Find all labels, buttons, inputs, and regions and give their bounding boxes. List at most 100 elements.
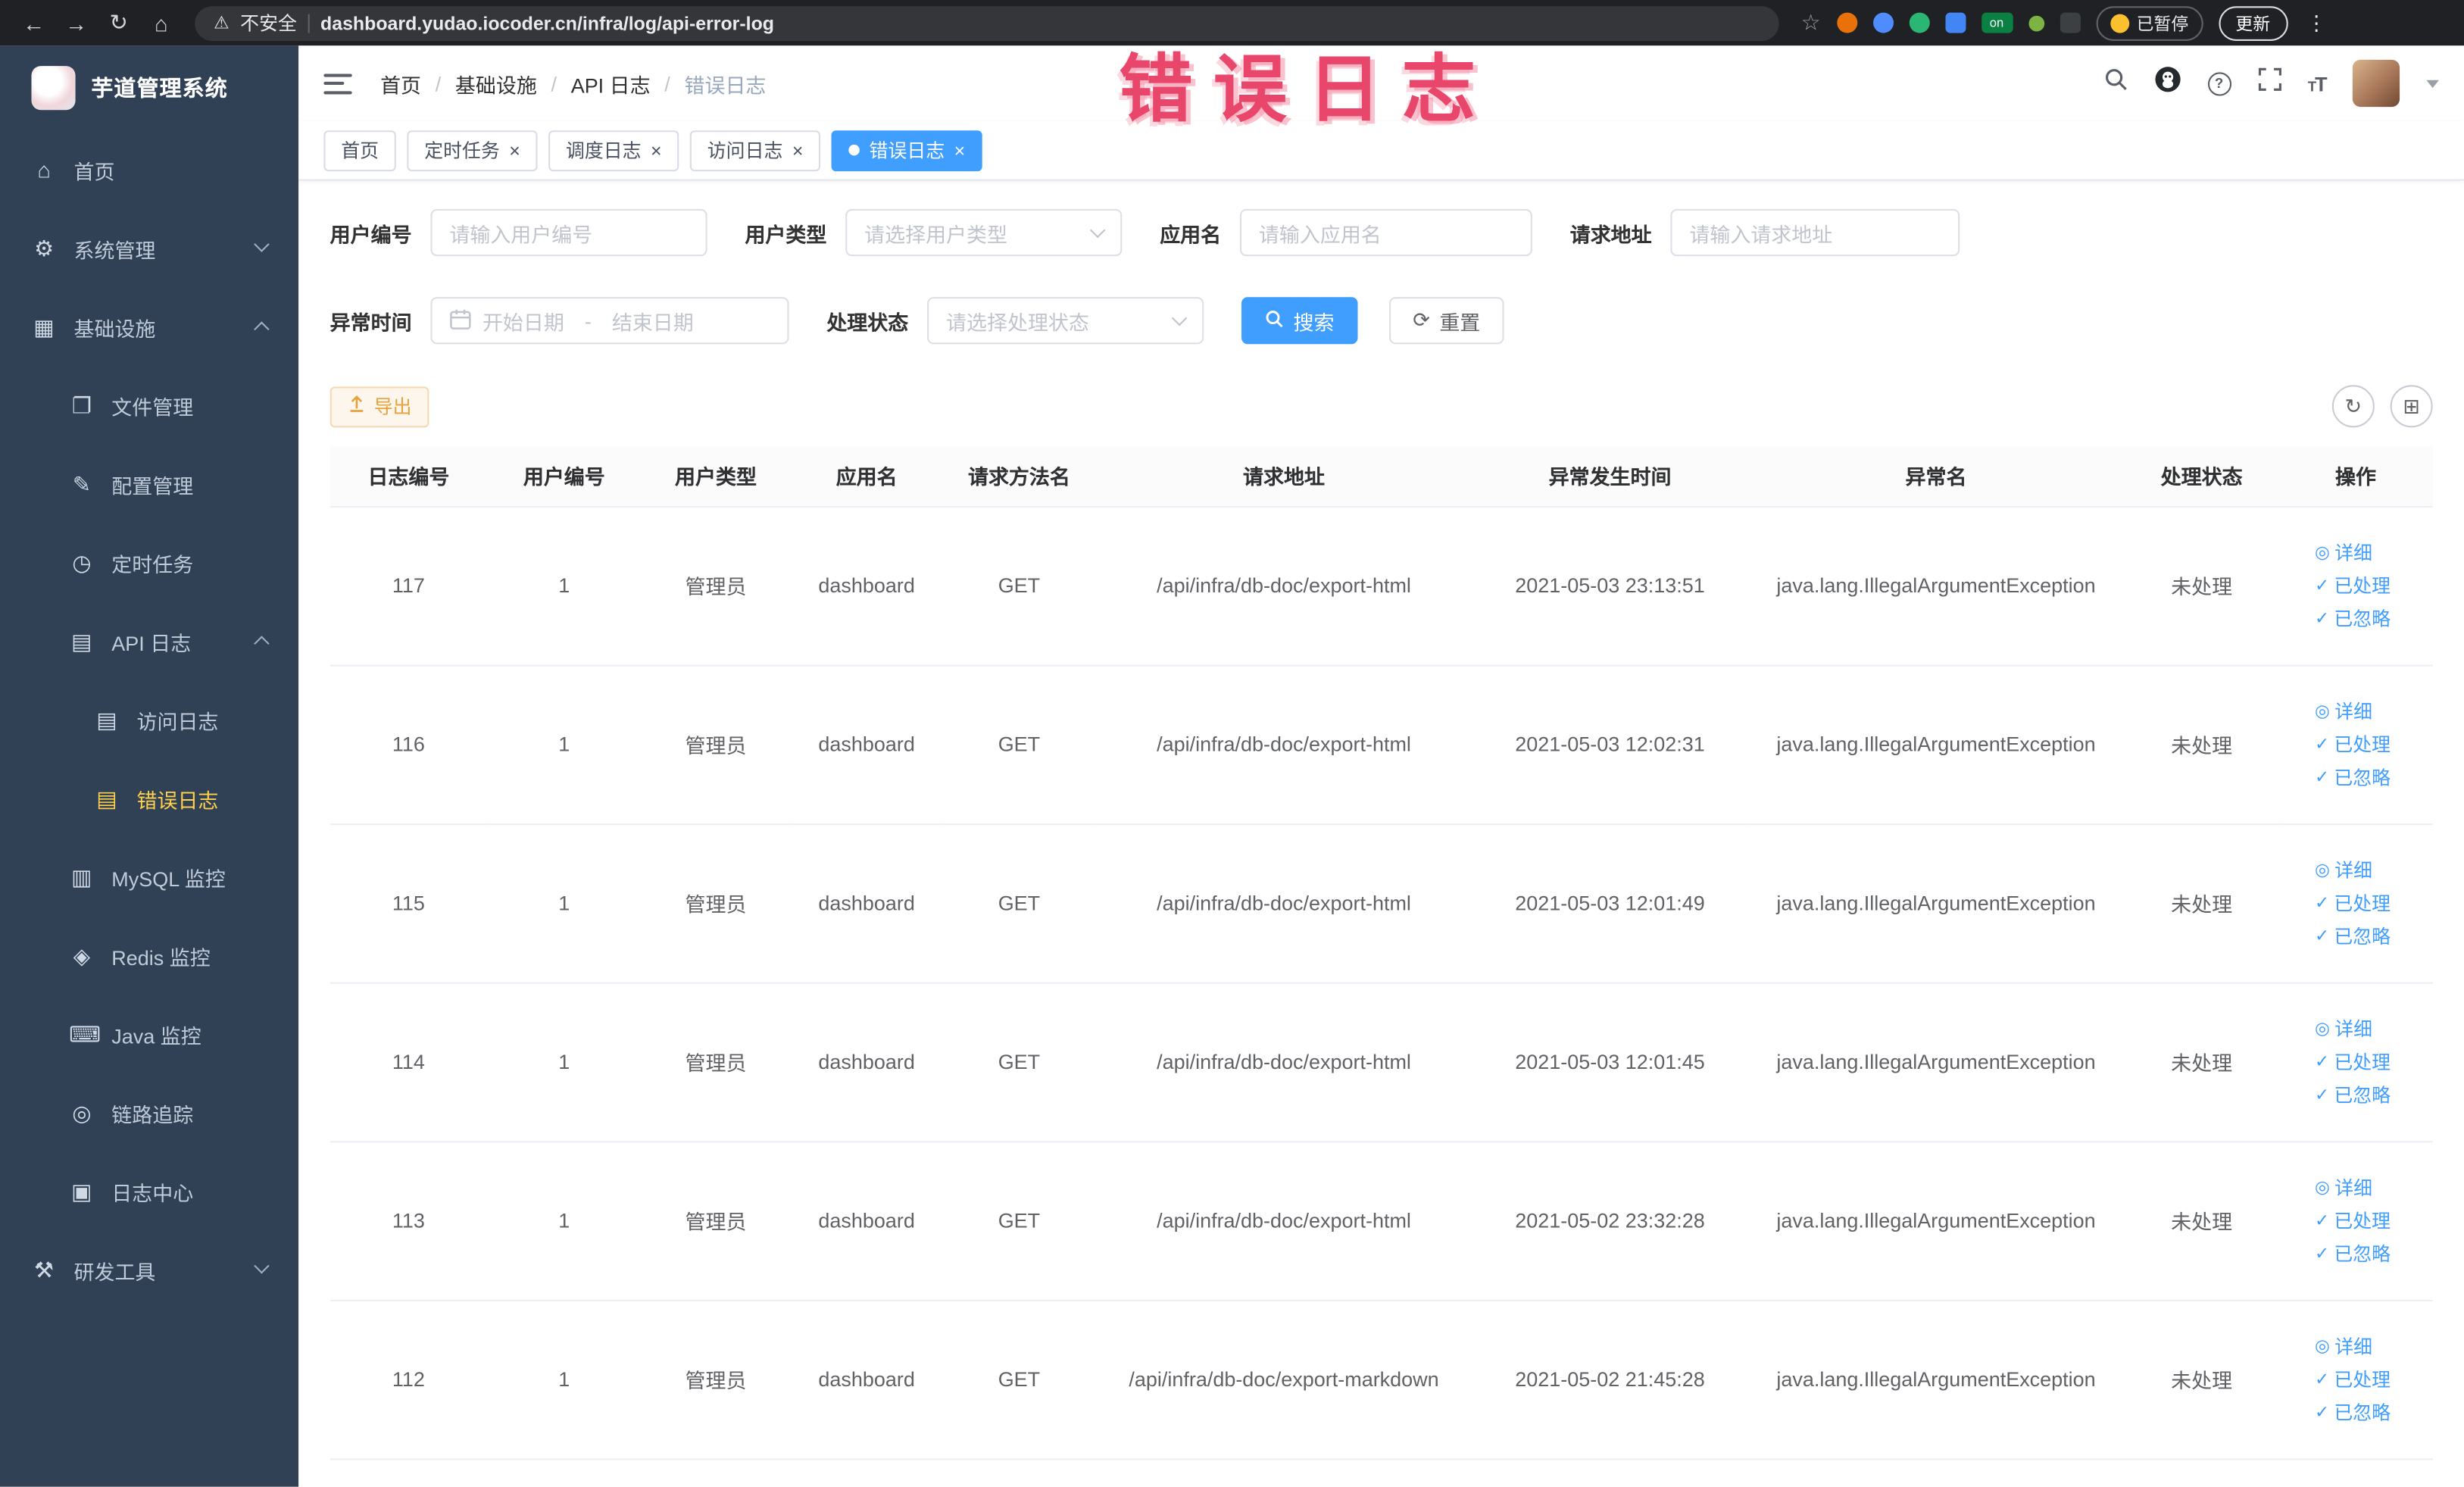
hamburger-icon[interactable] — [323, 73, 352, 94]
sidebar-item-mysql-monitor[interactable]: ▥ MySQL 监控 — [0, 838, 298, 917]
detail-link[interactable]: ◎ 详细 — [2315, 1015, 2372, 1042]
tab-access-log[interactable]: 访问日志 × — [689, 130, 821, 171]
help-icon[interactable]: ? — [2207, 71, 2231, 95]
logo-image — [31, 66, 76, 111]
close-icon[interactable]: × — [509, 141, 520, 160]
mark-processed-link[interactable]: ✓ 已处理 — [2315, 1366, 2391, 1392]
date-range-picker[interactable]: 开始日期 - 结束日期 — [430, 297, 789, 345]
logo[interactable]: 芋道管理系统 — [0, 45, 298, 130]
table-cell: java.lang.IllegalArgumentException — [1747, 1141, 2125, 1301]
sidebar-item-api-logs[interactable]: ▤ API 日志 — [0, 602, 298, 681]
detail-link[interactable]: ◎ 详细 — [2315, 539, 2372, 566]
detail-link[interactable]: ◎ 详细 — [2315, 1174, 2372, 1201]
user-type-select[interactable]: 请选择用户类型 — [845, 208, 1123, 257]
sidebar-item-label: 文件管理 — [111, 395, 194, 419]
mark-ignored-link[interactable]: ✓ 已忽略 — [2315, 1240, 2391, 1267]
sidebar-item-tracing[interactable]: ◎ 链路追踪 — [0, 1073, 298, 1152]
sidebar-item-file-mgmt[interactable]: ❐ 文件管理 — [0, 366, 298, 445]
mark-processed-link[interactable]: ✓ 已处理 — [2315, 731, 2391, 758]
back-icon[interactable]: ← — [16, 5, 52, 41]
mark-ignored-link[interactable]: ✓ 已忽略 — [2315, 605, 2391, 632]
document-icon: ▤ — [96, 706, 117, 732]
browser-menu-icon[interactable]: ⋮ — [2306, 10, 2327, 35]
refresh-button[interactable]: ↻ — [2331, 385, 2375, 428]
table-cell: 2021-05-02 21:45:28 — [1472, 1299, 1748, 1460]
table-cell: 未处理 — [2124, 664, 2279, 825]
extension-icon[interactable] — [1944, 12, 1966, 33]
tab-error-log[interactable]: 错误日志 × — [831, 130, 982, 171]
extension-icon[interactable] — [1836, 12, 1857, 33]
user-id-input[interactable]: 请输入用户编号 — [430, 208, 707, 257]
clock-icon: ◷ — [72, 549, 92, 575]
mark-ignored-link[interactable]: ✓ 已忽略 — [2315, 1398, 2391, 1425]
font-size-icon[interactable]: TT — [2308, 71, 2328, 95]
column-settings-button[interactable]: ⊞ — [2390, 385, 2433, 428]
tab-dispatch-log[interactable]: 调度日志 × — [548, 130, 679, 171]
sidebar-item-access-log[interactable]: ▤ 访问日志 — [0, 680, 298, 759]
tab-home[interactable]: 首页 — [323, 130, 396, 171]
address-bar[interactable]: ⚠ 不安全 dashboard.yudao.iocoder.cn/infra/l… — [195, 5, 1779, 40]
tab-bar: 首页 定时任务 × 调度日志 × 访问日志 × 错误日志 × — [298, 121, 2464, 181]
reload-icon[interactable]: ↻ — [101, 5, 137, 41]
search-button[interactable]: 搜索 — [1241, 297, 1358, 345]
sidebar-item-java-monitor[interactable]: ⌨ Java 监控 — [0, 995, 298, 1073]
extension-icon[interactable] — [2060, 12, 2080, 33]
search-icon[interactable] — [2103, 67, 2127, 98]
sidebar-item-error-log[interactable]: ▤ 错误日志 — [0, 759, 298, 838]
export-button[interactable]: 导出 — [329, 386, 429, 427]
app-name-input[interactable]: 请输入应用名 — [1240, 208, 1532, 257]
detail-link[interactable]: ◎ 详细 — [2315, 698, 2372, 724]
document-icon: ▤ — [71, 627, 92, 654]
table-cell: GET — [942, 1299, 1096, 1460]
detail-link[interactable]: ◎ 详细 — [2315, 1332, 2372, 1359]
mark-processed-link[interactable]: ✓ 已处理 — [2315, 1048, 2391, 1075]
breadcrumb-item[interactable]: API 日志 — [571, 68, 651, 98]
sidebar-item-home[interactable]: ⌂ 首页 — [0, 130, 298, 209]
close-icon[interactable]: × — [651, 141, 662, 160]
mark-ignored-link[interactable]: ✓ 已忽略 — [2315, 764, 2391, 790]
paused-badge[interactable]: 已暂停 — [2095, 5, 2203, 40]
sidebar-item-config-mgmt[interactable]: ✎ 配置管理 — [0, 445, 298, 523]
chevron-down-icon — [254, 236, 270, 252]
mark-ignored-link[interactable]: ✓ 已忽略 — [2315, 1081, 2391, 1107]
sidebar-item-log-center[interactable]: ▣ 日志中心 — [0, 1152, 298, 1231]
sidebar-item-infrastructure[interactable]: ▦ 基础设施 — [0, 288, 298, 367]
tab-cron-jobs[interactable]: 定时任务 × — [407, 130, 538, 171]
extension-on-icon[interactable]: on — [1981, 12, 2013, 33]
fullscreen-icon[interactable] — [2257, 67, 2281, 98]
mark-ignored-link[interactable]: ✓ 已忽略 — [2315, 923, 2391, 949]
chevron-down-icon — [1171, 310, 1188, 326]
sidebar-item-dev-tools[interactable]: ⚒ 研发工具 — [0, 1230, 298, 1309]
table-row: 116 1 管理员 dashboard GET /api/infra/db-do… — [329, 664, 2433, 825]
process-status-select[interactable]: 请选择处理状态 — [927, 297, 1204, 345]
sidebar-item-redis-monitor[interactable]: ◈ Redis 监控 — [0, 917, 298, 995]
sidebar-item-system-mgmt[interactable]: ⚙ 系统管理 — [0, 209, 298, 288]
close-icon[interactable]: × — [954, 141, 966, 160]
breadcrumb-item[interactable]: 基础设施 — [455, 68, 537, 98]
mark-processed-link[interactable]: ✓ 已处理 — [2315, 889, 2391, 916]
extension-icon[interactable] — [1908, 12, 1929, 33]
breadcrumb-item[interactable]: 首页 — [380, 68, 421, 98]
forward-icon[interactable]: → — [58, 5, 95, 41]
close-icon[interactable]: × — [792, 141, 804, 160]
avatar-caret-icon[interactable] — [2426, 79, 2439, 88]
home-icon[interactable]: ⌂ — [143, 5, 180, 41]
mark-processed-link[interactable]: ✓ 已处理 — [2315, 1207, 2391, 1233]
request-url-input[interactable]: 请输入请求地址 — [1670, 208, 1960, 257]
table-cell: /api/infra/db-doc/export-html — [1095, 664, 1472, 825]
bookmark-star-icon[interactable]: ☆ — [1801, 9, 1821, 36]
github-icon[interactable] — [2153, 66, 2180, 101]
mark-processed-link[interactable]: ✓ 已处理 — [2315, 572, 2391, 598]
extension-icon[interactable] — [1872, 12, 1894, 33]
extension-icon[interactable] — [2028, 14, 2044, 31]
update-button[interactable]: 更新 — [2218, 5, 2288, 40]
sidebar-item-cron-jobs[interactable]: ◷ 定时任务 — [0, 523, 298, 602]
eye-icon: ◎ — [72, 1099, 92, 1125]
detail-link[interactable]: ◎ 详细 — [2315, 857, 2372, 883]
table-cell: dashboard — [790, 1299, 943, 1460]
check-icon: ✓ — [2315, 1053, 2330, 1072]
reset-button[interactable]: ⟳ 重置 — [1389, 297, 1504, 345]
user-avatar[interactable] — [2352, 59, 2400, 108]
divider — [308, 13, 310, 33]
filter-row-2: 异常时间 开始日期 - 结束日期 处理状态 请选择处理状态 搜索 ⟳ 重置 — [330, 297, 2433, 345]
